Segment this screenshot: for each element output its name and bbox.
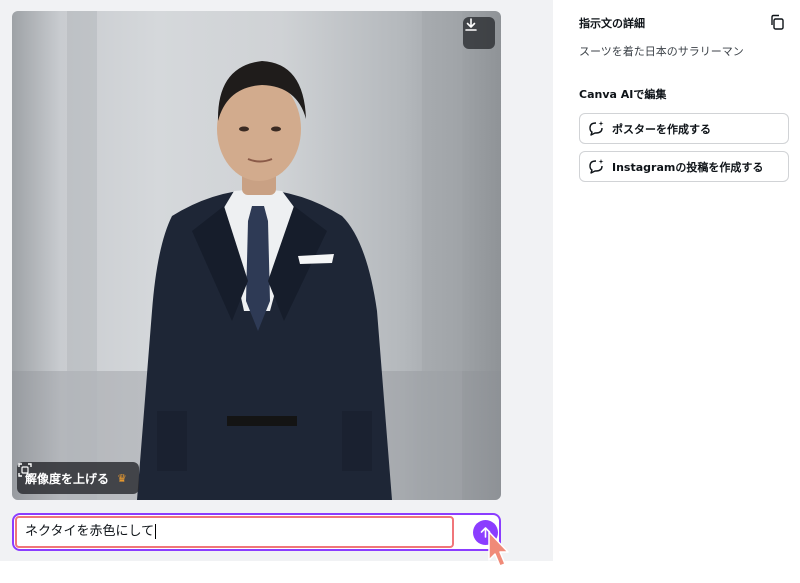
crown-icon: ♛ (117, 471, 127, 485)
text-caret (155, 524, 157, 539)
upscale-button[interactable]: 解像度を上げる ♛ (17, 462, 139, 494)
create-poster-label: ポスターを作成する (612, 122, 711, 136)
prompt-details-title: 指示文の詳細 (579, 17, 645, 30)
sparkle-chat-icon (589, 158, 604, 174)
prompt-text: スーツを着た日本のサラリーマン (579, 45, 744, 58)
create-instagram-post-button[interactable]: Instagramの投稿を作成する (579, 151, 789, 182)
upscale-label: 解像度を上げる (25, 471, 110, 486)
prompt-input-value: ネクタイを赤色にして (25, 524, 155, 539)
prompt-bar: ネクタイを赤色にして (12, 513, 501, 551)
create-poster-button[interactable]: ポスターを作成する (579, 113, 789, 144)
portrait-illustration (12, 11, 501, 500)
prompt-input[interactable]: ネクタイを赤色にして (15, 516, 454, 548)
download-button[interactable] (463, 17, 495, 49)
pointer-cursor-icon (488, 531, 509, 567)
edit-with-ai-title: Canva AIで編集 (579, 88, 667, 101)
bottom-strip (0, 561, 800, 583)
generated-image[interactable]: 解像度を上げる ♛ (12, 11, 501, 500)
sparkle-chat-icon (589, 120, 604, 136)
create-instagram-post-label: Instagramの投稿を作成する (612, 160, 764, 174)
upscale-icon (18, 463, 32, 477)
download-icon (465, 18, 477, 31)
copy-icon[interactable] (769, 14, 785, 30)
